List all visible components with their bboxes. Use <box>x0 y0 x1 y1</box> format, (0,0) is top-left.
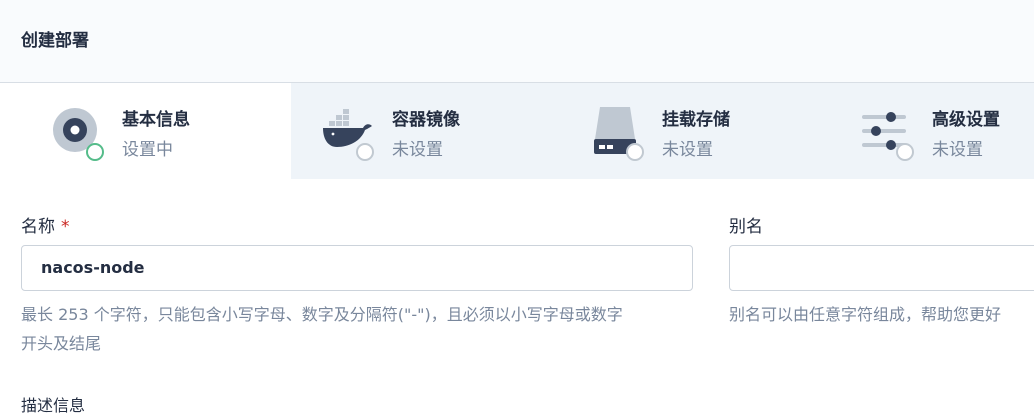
description-field-label: 描述信息 <box>21 396 86 415</box>
status-dot-active <box>86 143 104 161</box>
step-status: 未设置 <box>662 140 713 160</box>
alias-input[interactable] <box>729 245 1034 291</box>
step-label: 高级设置 <box>932 110 1000 130</box>
page-header: 创建部署 <box>0 0 1034 83</box>
step-advanced-settings[interactable]: 高级设置 未设置 <box>831 83 1034 179</box>
step-label: 基本信息 <box>122 110 190 130</box>
name-field-label: 名称 * <box>21 212 70 237</box>
required-mark: * <box>61 217 70 237</box>
step-status: 未设置 <box>392 140 443 160</box>
step-status: 未设置 <box>932 140 983 160</box>
name-hint-line2: 开头及结尾 <box>21 334 102 353</box>
step-label: 挂载存储 <box>662 110 730 130</box>
step-basic-info[interactable]: 基本信息 设置中 <box>21 83 291 179</box>
step-mount-storage[interactable]: 挂载存储 未设置 <box>561 83 831 179</box>
name-hint: 最长 253 个字符，只能包含小写字母、数字及分隔符("-")，且必须以小写字母… <box>21 300 711 358</box>
step-label: 容器镜像 <box>392 110 460 130</box>
alias-field-label: 别名 <box>729 217 763 237</box>
step-status: 设置中 <box>122 140 173 160</box>
page-title: 创建部署 <box>21 31 89 51</box>
name-label-text: 名称 <box>21 217 55 237</box>
name-input[interactable]: nacos-node <box>21 245 693 291</box>
status-dot-inactive <box>896 143 914 161</box>
step-tabs: 基本信息 设置中 容器镜像 未设置 挂载存储 未设置 高级设置 未设置 <box>21 83 1034 179</box>
step-container-image[interactable]: 容器镜像 未设置 <box>291 83 561 179</box>
name-hint-line1: 最长 253 个字符，只能包含小写字母、数字及分隔符("-")，且必须以小写字母… <box>21 305 623 324</box>
alias-hint: 别名可以由任意字符组成，帮助您更好 <box>729 305 1002 324</box>
status-dot-inactive <box>626 143 644 161</box>
status-dot-inactive <box>356 143 374 161</box>
